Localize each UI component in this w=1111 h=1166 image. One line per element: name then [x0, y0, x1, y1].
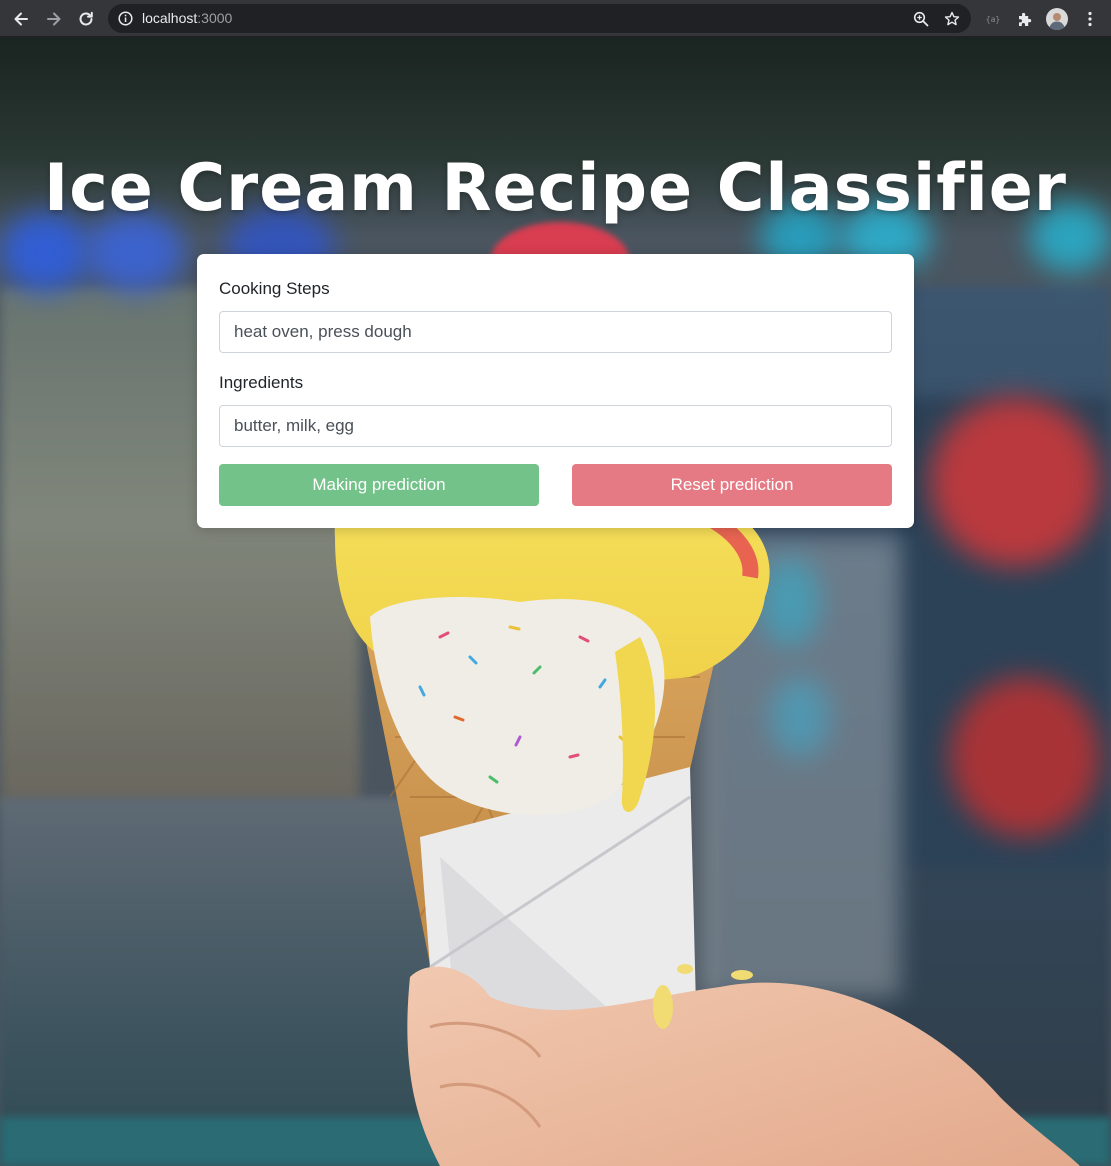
page-content: Ice Cream Recipe Classifier Cooking Step…	[0, 37, 1111, 1166]
puzzle-icon[interactable]	[1012, 7, 1036, 31]
svg-text:{a}: {a}	[986, 15, 1000, 24]
back-arrow-icon[interactable]	[9, 7, 33, 31]
classifier-form: Cooking Steps Ingredients Making predict…	[197, 254, 914, 528]
page-title: Ice Cream Recipe Classifier	[44, 151, 1067, 226]
url-host: localhost	[142, 10, 198, 26]
reload-icon[interactable]	[74, 7, 98, 31]
ingredients-label: Ingredients	[219, 373, 304, 392]
url-text[interactable]: localhost:3000	[142, 10, 232, 27]
browser-toolbar: localhost:3000 {a}	[0, 0, 1111, 37]
menu-dots-icon[interactable]	[1078, 7, 1102, 31]
profile-avatar[interactable]	[1045, 7, 1069, 31]
cooking-steps-label: Cooking Steps	[219, 279, 330, 298]
info-icon[interactable]	[118, 11, 133, 26]
star-icon[interactable]	[944, 11, 960, 27]
making-prediction-button[interactable]: Making prediction	[219, 464, 539, 506]
zoom-icon[interactable]	[913, 11, 929, 27]
reset-prediction-button[interactable]: Reset prediction	[572, 464, 892, 506]
cooking-steps-input[interactable]	[219, 311, 892, 353]
ingredients-input[interactable]	[219, 405, 892, 447]
url-port: :3000	[197, 10, 233, 26]
address-bar[interactable]: localhost:3000	[108, 4, 971, 33]
extension-icon[interactable]: {a}	[981, 7, 1005, 31]
forward-arrow-icon[interactable]	[42, 7, 66, 31]
